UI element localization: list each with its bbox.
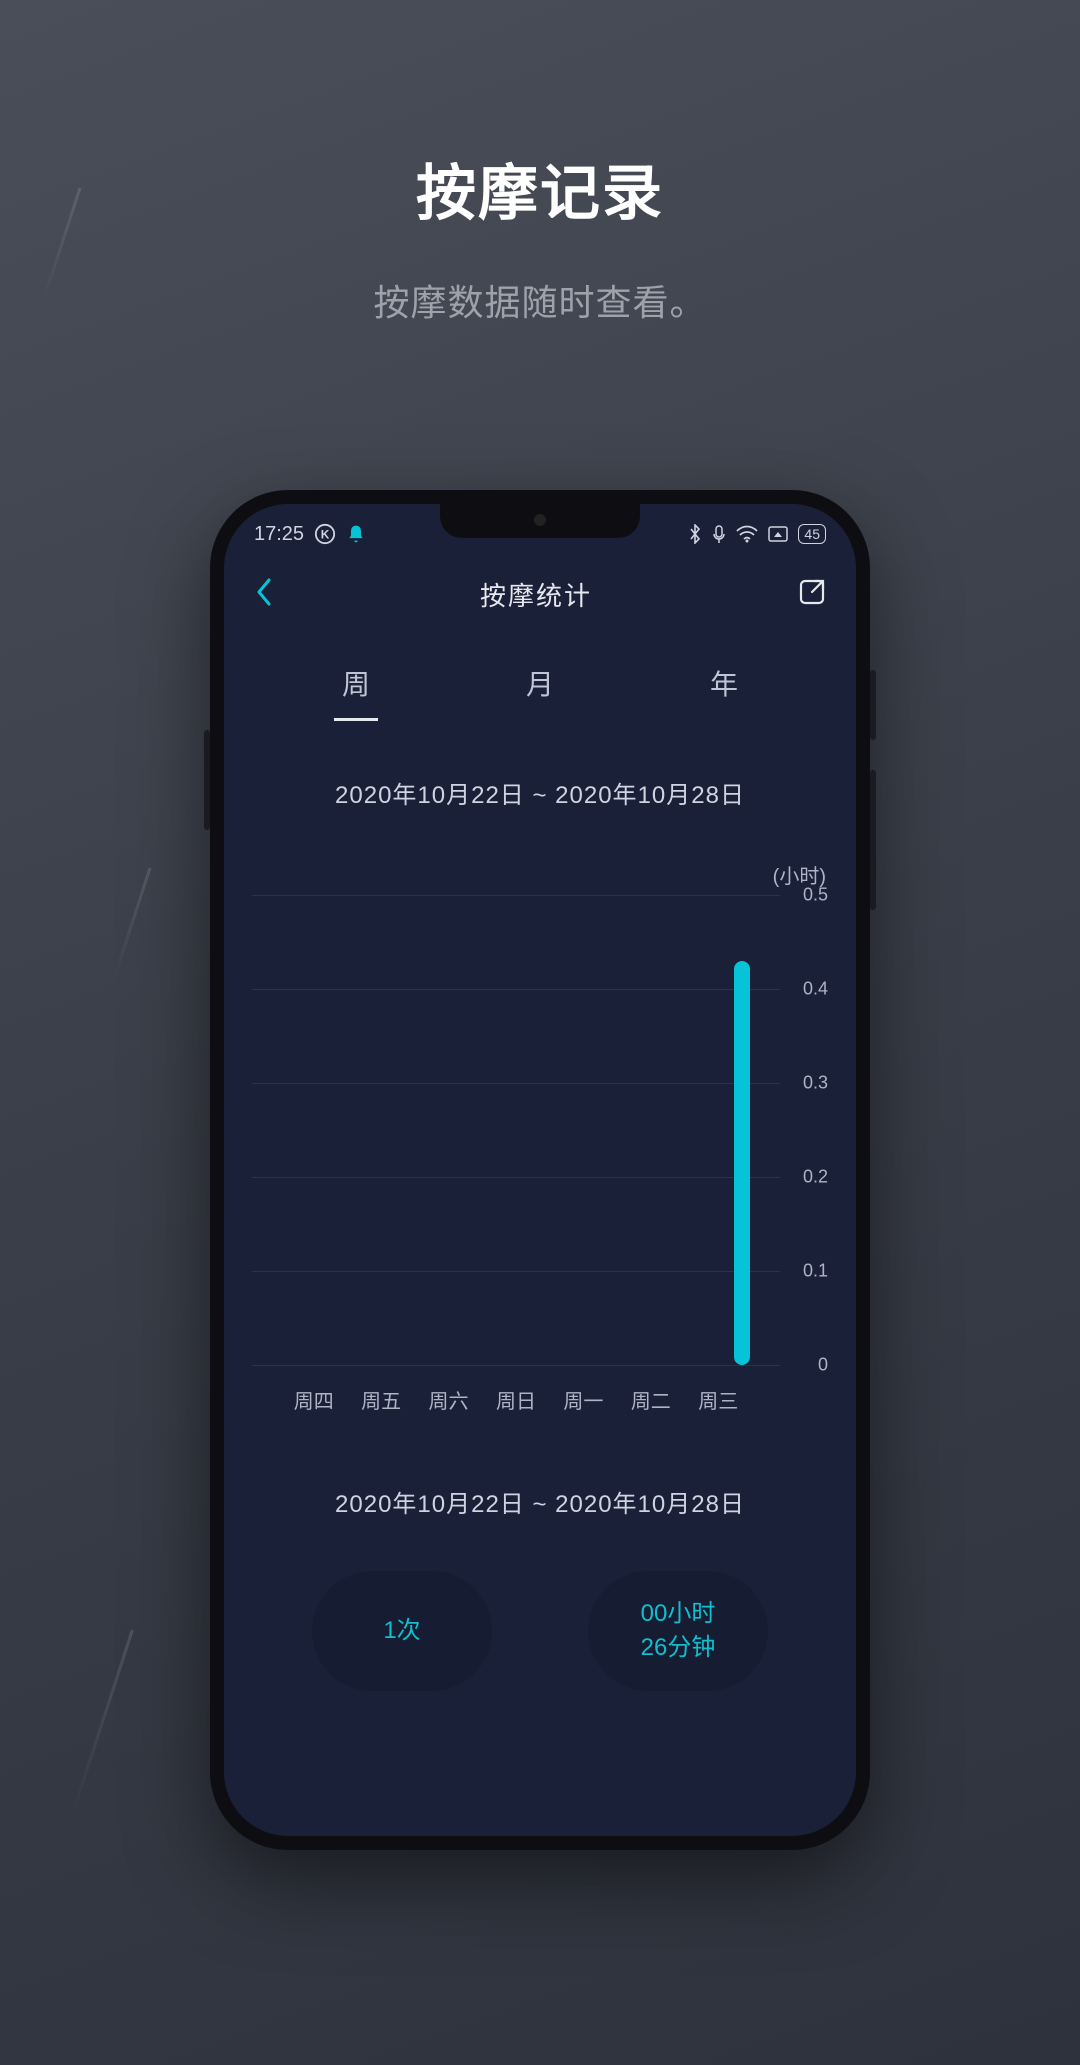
phone-notch bbox=[440, 504, 640, 538]
wifi-icon bbox=[736, 525, 758, 543]
back-button[interactable] bbox=[254, 576, 274, 613]
chart-unit-label: (小时) bbox=[252, 860, 828, 889]
promo-subtitle: 按摩数据随时查看。 bbox=[0, 274, 1080, 326]
date-range-secondary: 2020年10月22日 ~ 2020年10月28日 bbox=[224, 1484, 856, 1519]
promo-title: 按摩记录 bbox=[0, 145, 1080, 232]
y-tick: 0.2 bbox=[803, 1167, 828, 1188]
bar-slot bbox=[252, 895, 327, 1365]
bar-slot bbox=[705, 895, 780, 1365]
y-tick: 0.4 bbox=[803, 979, 828, 1000]
bar-slot bbox=[327, 895, 402, 1365]
chart-y-labels: 0.5 0.4 0.3 0.2 0.1 0 bbox=[784, 895, 828, 1365]
bg-streak bbox=[69, 1629, 134, 1820]
y-tick: 0 bbox=[818, 1355, 828, 1376]
chart-bar[interactable] bbox=[734, 961, 750, 1365]
phone-screen: 17:25 K bbox=[224, 504, 856, 1836]
bar-slot bbox=[403, 895, 478, 1365]
tab-year[interactable]: 年 bbox=[710, 663, 738, 721]
phone-side-button bbox=[870, 670, 876, 740]
bar-chart: 0.5 0.4 0.3 0.2 0.1 0 bbox=[252, 895, 828, 1365]
battery-indicator: 45 bbox=[798, 524, 826, 544]
phone-frame: 17:25 K bbox=[210, 490, 870, 1850]
bg-streak bbox=[112, 867, 152, 982]
tab-month[interactable]: 月 bbox=[526, 663, 554, 721]
bar-slot bbox=[629, 895, 704, 1365]
summary-count: 1次 bbox=[312, 1571, 492, 1691]
x-tick: 周二 bbox=[617, 1385, 684, 1414]
status-time: 17:25 bbox=[254, 523, 304, 546]
summary-duration-line1: 00小时 bbox=[641, 1597, 716, 1631]
notification-icon bbox=[346, 524, 366, 544]
cast-icon bbox=[768, 526, 788, 542]
summary-row: 1次 00小时 26分钟 bbox=[224, 1571, 856, 1691]
y-tick: 0.5 bbox=[803, 885, 828, 906]
date-range: 2020年10月22日 ~ 2020年10月28日 bbox=[224, 775, 856, 810]
chart-container: (小时) 0.5 0.4 0.3 0.2 0.1 0 bbox=[252, 860, 828, 1414]
bar-slot bbox=[478, 895, 553, 1365]
summary-duration: 00小时 26分钟 bbox=[588, 1571, 768, 1691]
bluetooth-icon bbox=[688, 524, 702, 544]
summary-count-value: 1次 bbox=[383, 1614, 420, 1648]
app-nav: 按摩统计 bbox=[224, 550, 856, 629]
y-tick: 0.1 bbox=[803, 1261, 828, 1282]
tab-week[interactable]: 周 bbox=[342, 663, 370, 721]
chart-x-axis: 周四周五周六周日周一周二周三 bbox=[280, 1385, 752, 1414]
period-tabs: 周 月 年 bbox=[224, 629, 856, 733]
share-button[interactable] bbox=[798, 578, 826, 611]
mic-icon bbox=[712, 524, 726, 544]
summary-duration-line2: 26分钟 bbox=[641, 1631, 716, 1665]
x-tick: 周四 bbox=[280, 1385, 347, 1414]
x-tick: 周日 bbox=[482, 1385, 549, 1414]
svg-text:K: K bbox=[321, 528, 330, 542]
phone-side-button bbox=[870, 770, 876, 910]
status-app-icon: K bbox=[314, 523, 336, 545]
x-tick: 周三 bbox=[685, 1385, 752, 1414]
y-tick: 0.3 bbox=[803, 1073, 828, 1094]
page-title: 按摩统计 bbox=[480, 576, 592, 613]
x-tick: 周六 bbox=[415, 1385, 482, 1414]
x-tick: 周五 bbox=[347, 1385, 414, 1414]
bar-slot bbox=[554, 895, 629, 1365]
phone-side-button bbox=[204, 730, 210, 830]
chart-bars bbox=[252, 895, 780, 1365]
x-tick: 周一 bbox=[550, 1385, 617, 1414]
